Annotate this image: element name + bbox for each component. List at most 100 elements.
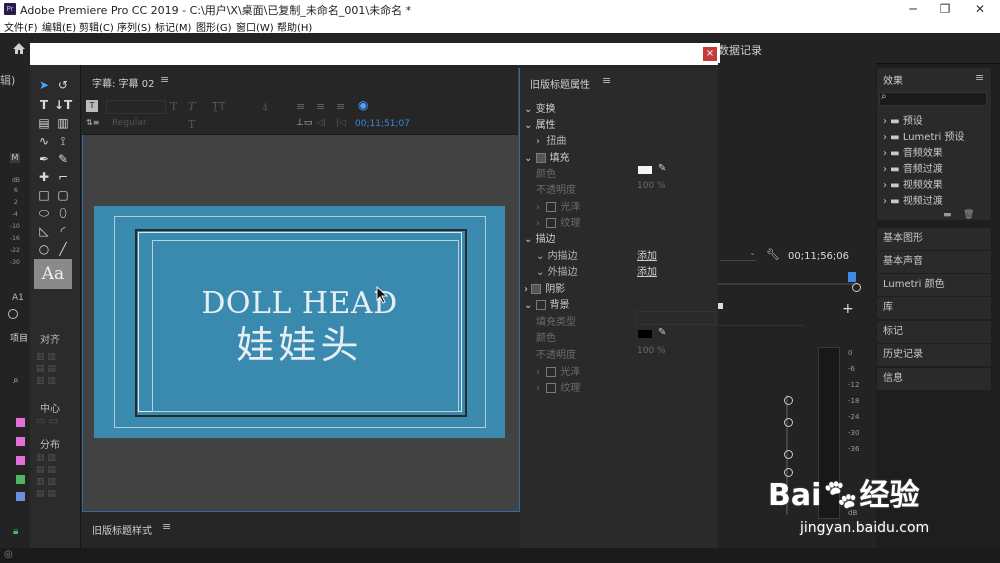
align-center-icon[interactable]: ≡ — [316, 100, 325, 113]
titler-timecode[interactable]: 00;11;51;07 — [355, 119, 410, 129]
m-button[interactable]: M — [10, 153, 20, 163]
ellipse-tool-icon[interactable]: ○ — [35, 241, 53, 257]
prop-background[interactable]: ⌄ 背景 — [524, 296, 570, 311]
align-left-icon[interactable]: ≡ — [296, 100, 305, 113]
show-background-video-icon[interactable]: ◉ — [358, 98, 368, 112]
home-icon[interactable] — [12, 42, 26, 55]
playhead-track[interactable] — [718, 283, 858, 285]
prop-inner-stroke[interactable]: ⌄ 内描边 — [536, 247, 578, 262]
roll-crawl-icon[interactable]: ⇅≡ — [86, 118, 99, 127]
fill-type-select[interactable] — [636, 311, 716, 325]
menu-file[interactable]: 文件(F) — [4, 19, 38, 34]
prop-outer-stroke[interactable]: ⌄ 外描边 — [536, 263, 578, 278]
search-icon[interactable]: ⌕ — [13, 375, 19, 386]
sheen-checkbox[interactable] — [546, 202, 557, 212]
menu-edit[interactable]: 编辑(E) — [42, 19, 76, 34]
rounded-rect-tool-icon[interactable]: ▢ — [54, 187, 72, 203]
type-tool-icon[interactable]: T — [35, 97, 53, 113]
wedge-tool-icon[interactable]: ◺ — [35, 223, 53, 239]
program-timecode[interactable]: 00;11;56;06 — [788, 251, 849, 262]
kerning-icon[interactable]: ⍋ — [262, 100, 269, 114]
panel-menu-icon[interactable]: ≡ — [975, 71, 984, 84]
panel-history[interactable]: 历史记录 — [877, 344, 991, 366]
add-anchor-tool-icon[interactable]: ✚ — [35, 169, 53, 185]
audio-slider-handle[interactable] — [784, 418, 793, 427]
panel-essential-graphics[interactable]: 基本图形 — [877, 228, 991, 250]
panel-markers[interactable]: 标记 — [877, 321, 991, 343]
selection-tool-icon[interactable]: ➤ — [35, 77, 53, 93]
center-buttons[interactable]: ▭ ▭ — [36, 416, 58, 427]
rotate-tool-icon[interactable]: ↺ — [54, 77, 72, 93]
prop-bg-texture[interactable]: › 纹理 — [536, 379, 580, 394]
shadow-checkbox[interactable] — [531, 284, 542, 294]
panel-libraries[interactable]: 库 — [877, 297, 991, 319]
title-text-line2[interactable]: 娃娃头 — [94, 314, 505, 369]
rectangle-tool-icon[interactable]: □ — [35, 187, 53, 203]
knob-icon[interactable] — [8, 309, 18, 319]
vertical-area-type-tool-icon[interactable]: ▥ — [54, 115, 72, 131]
pen-tool-icon[interactable]: ✒ — [35, 151, 53, 167]
add-button[interactable]: + — [842, 301, 854, 317]
vertical-type-tool-icon[interactable]: ↓T — [54, 97, 72, 113]
maximize-button[interactable]: ❐ — [928, 0, 962, 18]
effects-folder-video-transitions[interactable]: › ▬ 视频过渡 — [883, 192, 943, 207]
prop-fill-sheen[interactable]: › 光泽 — [536, 198, 580, 213]
panel-menu-icon[interactable]: ≡ — [160, 73, 169, 86]
menu-clip[interactable]: 剪辑(C) — [79, 19, 114, 34]
panel-info[interactable]: 信息 — [877, 368, 991, 390]
convert-anchor-tool-icon[interactable]: ⌐ — [54, 169, 72, 185]
prop-distort[interactable]: › 扭曲 — [536, 132, 566, 147]
panel-menu-icon[interactable]: ≡ — [162, 520, 171, 533]
clipped-rect-tool-icon[interactable]: ⬭ — [35, 205, 53, 221]
background-checkbox[interactable] — [535, 300, 546, 310]
wrench-icon[interactable]: 🔧︎ — [766, 248, 780, 261]
title-editor-tab[interactable]: 字幕: 字幕 02 — [92, 75, 154, 90]
new-bin-icon[interactable]: ▬ — [943, 210, 952, 220]
status-icon[interactable]: ◎ — [4, 549, 13, 560]
link-icon[interactable]: 🔒︎ — [13, 526, 18, 537]
prop-properties[interactable]: ⌄ 属性 — [524, 116, 556, 131]
font-size-icon[interactable]: T͈T — [212, 100, 225, 113]
audio-slider-handle[interactable] — [784, 396, 793, 405]
font-style-select[interactable]: Regular — [112, 118, 147, 128]
area-type-tool-icon[interactable]: ▤ — [35, 115, 53, 131]
align-buttons[interactable]: ▥ ▥ ▤ ▤ ▥ ▥ — [36, 351, 72, 401]
distribute-buttons[interactable]: ▥ ▥ ▤ ▤ ▥ ▥ ▤ ▤ — [36, 452, 72, 500]
vertical-path-type-tool-icon[interactable]: ⟟ — [54, 133, 72, 149]
next-frame-icon[interactable]: |◁ — [336, 118, 346, 128]
tab-stops-icon[interactable]: ⊥▭ — [296, 118, 312, 128]
underline-icon[interactable]: T — [188, 118, 195, 131]
menu-window[interactable]: 窗口(W) — [236, 19, 274, 34]
workspace-tab-logging[interactable]: 数据记录 — [718, 42, 762, 58]
line-tool-icon[interactable]: ╱ — [54, 241, 72, 257]
bg-color-swatch[interactable] — [638, 330, 652, 338]
prop-bg-sheen[interactable]: › 光泽 — [536, 363, 580, 378]
effects-folder-audio-effects[interactable]: › ▬ 音频效果 — [883, 144, 943, 159]
effects-folder-presets[interactable]: › ▬ 预设 — [883, 112, 923, 127]
prop-shadow[interactable]: › 阴影 — [524, 280, 565, 295]
path-type-tool-icon[interactable]: ∿ — [35, 133, 53, 149]
fill-color-swatch[interactable] — [638, 166, 652, 174]
bg-texture-checkbox[interactable] — [546, 383, 557, 393]
font-family-select[interactable] — [106, 100, 166, 114]
bg-sheen-checkbox[interactable] — [546, 367, 557, 377]
fill-checkbox[interactable] — [535, 153, 546, 163]
menu-help[interactable]: 帮助(H) — [277, 19, 312, 34]
playhead-marker[interactable] — [848, 272, 856, 282]
prop-strokes[interactable]: ⌄ 描边 — [524, 230, 556, 245]
bg-opacity-value[interactable]: 100 % — [637, 346, 666, 356]
prev-frame-icon[interactable]: ◁| — [316, 118, 326, 128]
panel-essential-sound[interactable]: 基本声音 — [877, 251, 991, 273]
panel-menu-icon[interactable]: ≡ — [602, 74, 611, 87]
texture-checkbox[interactable] — [546, 218, 557, 228]
rounded-corner-tool-icon[interactable]: ⬯ — [54, 205, 72, 221]
prop-transform[interactable]: ⌄ 变换 — [524, 100, 556, 115]
add-outer-stroke-link[interactable]: 添加 — [637, 263, 657, 278]
title-styles-tab[interactable]: 旧版标题样式 — [92, 522, 152, 537]
dialog-close-button[interactable]: × — [703, 47, 717, 61]
eyedropper-icon[interactable]: ✎ — [658, 327, 666, 338]
close-window-button[interactable]: ✕ — [963, 0, 997, 18]
prop-fill[interactable]: ⌄ 填充 — [524, 149, 570, 164]
add-inner-stroke-link[interactable]: 添加 — [637, 247, 657, 262]
new-title-icon[interactable]: T — [86, 100, 98, 112]
